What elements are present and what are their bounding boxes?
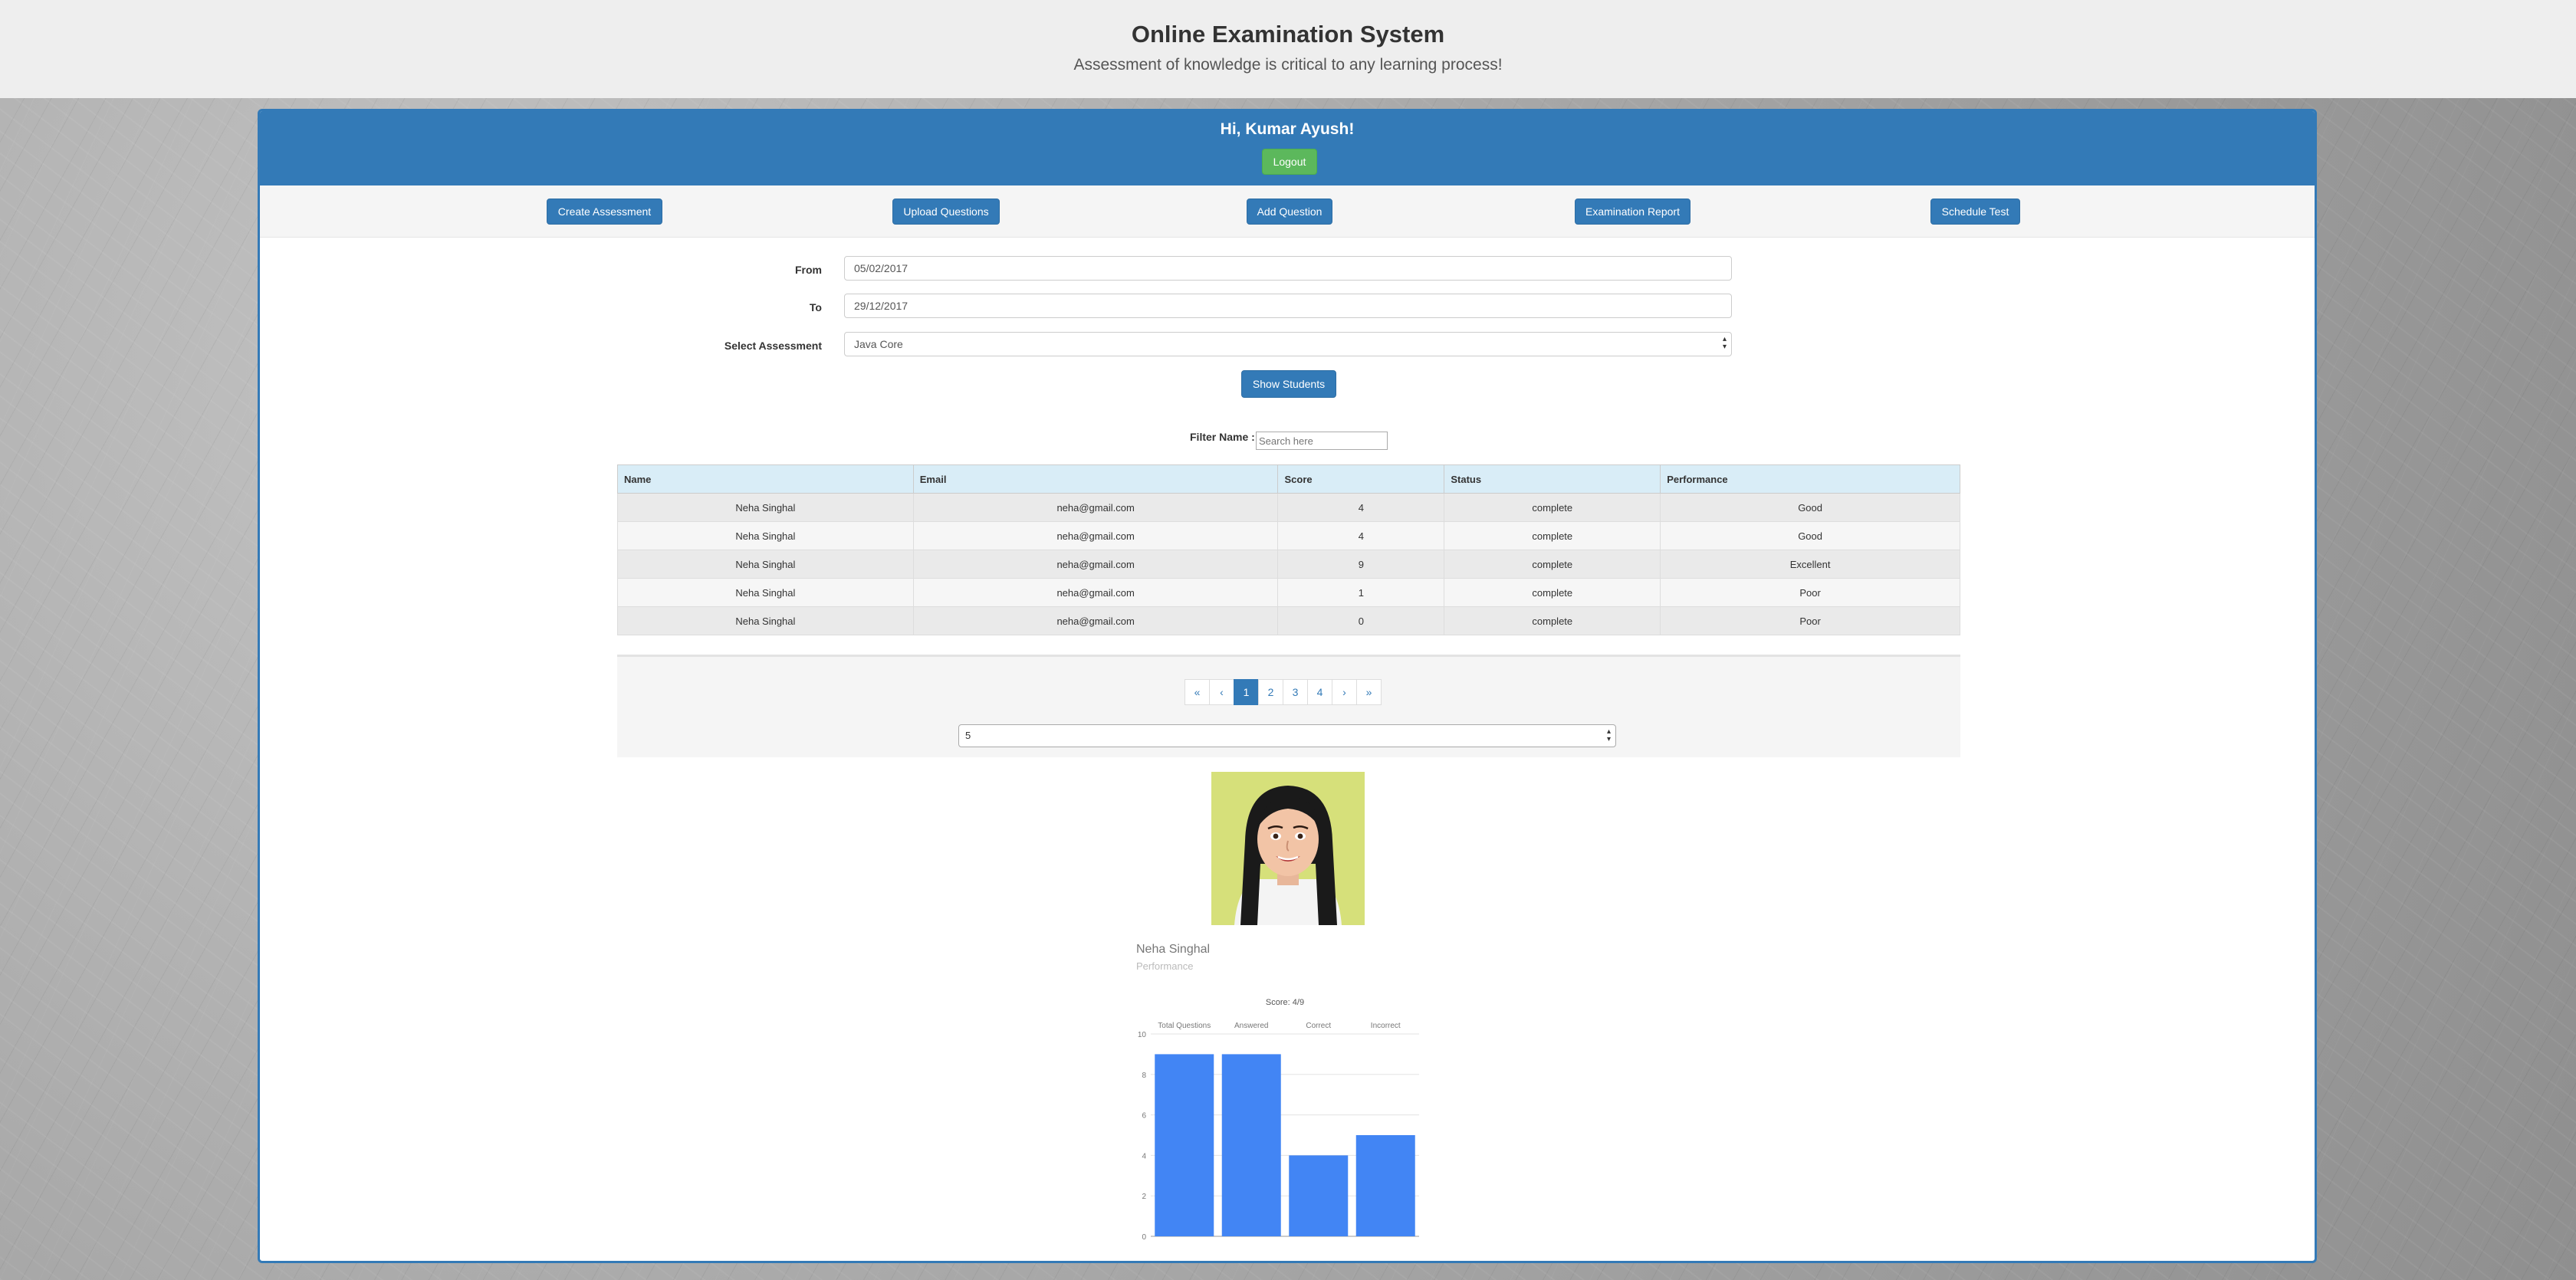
student-performance-label: Performance — [1136, 960, 1194, 972]
score-bar-chart: Score: 4/9 0 2 4 6 8 10 Total Questions Answered… — [1138, 998, 1419, 1242]
to-date-input[interactable] — [844, 294, 1732, 318]
cell-performance: Poor — [1660, 578, 1960, 607]
dashboard-panel: Hi, Kumar Ayush! Logout Create Assessmen… — [258, 109, 2317, 1263]
bar — [1289, 1155, 1349, 1236]
from-label: From — [795, 264, 822, 276]
y-tick-label: 4 — [1142, 1152, 1146, 1160]
y-tick-label: 2 — [1142, 1193, 1146, 1201]
cell-name: Neha Singhal — [617, 578, 914, 607]
select-updown-icon: ▴ ▾ — [1606, 727, 1611, 743]
cell-status: complete — [1444, 493, 1661, 522]
column-header-score[interactable]: Score — [1277, 464, 1445, 494]
table-row[interactable]: Neha Singhal neha@gmail.com 0 complete P… — [617, 606, 1960, 635]
cell-performance: Poor — [1660, 606, 1960, 635]
cell-performance: Good — [1660, 521, 1960, 550]
last-page-button[interactable]: » — [1356, 679, 1382, 705]
user-greeting: Hi, Kumar Ayush! — [1220, 120, 1355, 138]
cell-score: 4 — [1277, 493, 1445, 522]
to-label: To — [809, 301, 822, 313]
cell-email: neha@gmail.com — [912, 578, 1279, 607]
prev-page-button[interactable]: ‹ — [1209, 679, 1234, 705]
column-header-performance[interactable]: Performance — [1660, 464, 1960, 494]
from-date-input[interactable] — [844, 256, 1732, 281]
show-students-button[interactable]: Show Students — [1241, 370, 1336, 398]
logout-button[interactable]: Logout — [1262, 149, 1317, 175]
site-tagline: Assessment of knowledge is critical to a… — [1073, 56, 1503, 74]
page-size-value: 5 — [965, 730, 971, 741]
cell-performance: Good — [1660, 493, 1960, 522]
upload-questions-button[interactable]: Upload Questions — [892, 199, 1000, 225]
schedule-test-button[interactable]: Schedule Test — [1930, 199, 2020, 225]
table-header-row: Name Email Score Status Performance — [617, 464, 1960, 494]
cell-performance: Excellent — [1660, 550, 1960, 579]
panel-header: Hi, Kumar Ayush! Logout — [260, 111, 2315, 185]
column-header-email[interactable]: Email — [912, 464, 1279, 494]
assessment-select[interactable]: Java Core ▴ ▾ — [844, 332, 1732, 356]
cell-score: 9 — [1277, 550, 1445, 579]
cell-status: complete — [1444, 606, 1661, 635]
cell-status: complete — [1444, 550, 1661, 579]
table-row[interactable]: Neha Singhal neha@gmail.com 1 complete P… — [617, 578, 1960, 607]
column-header-status[interactable]: Status — [1444, 464, 1661, 494]
action-bar: Create Assessment Upload Questions Add Q… — [260, 185, 2315, 238]
table-row[interactable]: Neha Singhal neha@gmail.com 9 complete E… — [617, 550, 1960, 579]
cell-email: neha@gmail.com — [912, 521, 1279, 550]
cell-email: neha@gmail.com — [912, 493, 1279, 522]
y-tick-label: 0 — [1142, 1233, 1146, 1242]
page-button-1[interactable]: 1 — [1234, 679, 1259, 705]
category-label: Incorrect — [1371, 1022, 1401, 1030]
create-assessment-button[interactable]: Create Assessment — [547, 199, 662, 225]
category-label: Total Questions — [1158, 1022, 1211, 1030]
page-button-3[interactable]: 3 — [1283, 679, 1308, 705]
assessment-select-value: Java Core — [854, 338, 903, 350]
site-title: Online Examination System — [1131, 21, 1445, 48]
next-page-button[interactable]: › — [1332, 679, 1357, 705]
pagination: « ‹ 1 2 3 4 › » — [1184, 679, 1382, 705]
filter-name-input[interactable] — [1256, 432, 1388, 450]
filter-name-label: Filter Name : — [1190, 431, 1255, 443]
pagination-panel: « ‹ 1 2 3 4 › » 5 ▴ ▾ — [617, 655, 1960, 757]
first-page-button[interactable]: « — [1184, 679, 1210, 705]
cell-status: complete — [1444, 521, 1661, 550]
y-tick-label: 10 — [1138, 1031, 1147, 1039]
cell-score: 1 — [1277, 578, 1445, 607]
select-assessment-label: Select Assessment — [724, 340, 822, 352]
cell-email: neha@gmail.com — [912, 550, 1279, 579]
bar — [1155, 1054, 1214, 1236]
page-button-2[interactable]: 2 — [1258, 679, 1283, 705]
y-tick-label: 8 — [1142, 1072, 1146, 1080]
cell-score: 4 — [1277, 521, 1445, 550]
page-button-4[interactable]: 4 — [1307, 679, 1332, 705]
cell-name: Neha Singhal — [617, 550, 914, 579]
cell-score: 0 — [1277, 606, 1445, 635]
cell-name: Neha Singhal — [617, 521, 914, 550]
student-avatar — [1211, 772, 1365, 925]
examination-report-button[interactable]: Examination Report — [1575, 199, 1691, 225]
cell-name: Neha Singhal — [617, 606, 914, 635]
bar — [1355, 1135, 1415, 1236]
table-row[interactable]: Neha Singhal neha@gmail.com 4 complete G… — [617, 521, 1960, 550]
add-question-button[interactable]: Add Question — [1247, 199, 1332, 225]
student-name: Neha Singhal — [1136, 943, 1211, 956]
cell-name: Neha Singhal — [617, 493, 914, 522]
y-tick-label: 6 — [1142, 1112, 1146, 1121]
table-row[interactable]: Neha Singhal neha@gmail.com 4 complete G… — [617, 493, 1960, 522]
column-header-name[interactable]: Name — [617, 464, 914, 494]
cell-email: neha@gmail.com — [912, 606, 1279, 635]
cell-status: complete — [1444, 578, 1661, 607]
students-table: Name Email Score Status Performance Neha… — [617, 464, 1960, 635]
site-header: Online Examination System Assessment of … — [0, 0, 2576, 98]
page-size-select[interactable]: 5 ▴ ▾ — [958, 724, 1616, 747]
bar — [1221, 1054, 1281, 1236]
category-label: Answered — [1234, 1022, 1268, 1030]
category-label: Correct — [1306, 1022, 1331, 1030]
select-updown-icon: ▴ ▾ — [1722, 335, 1727, 351]
chart-title: Score: 4/9 — [1266, 998, 1304, 1007]
